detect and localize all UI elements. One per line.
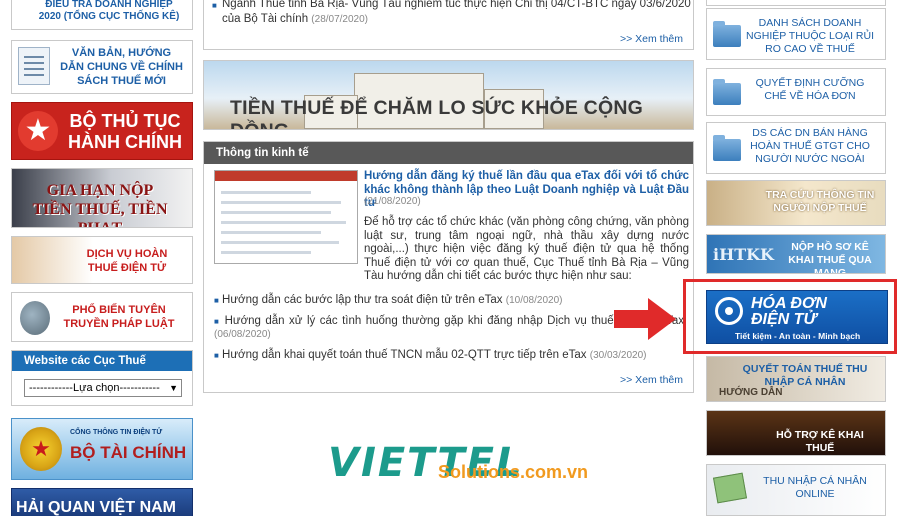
speaker-icon [20,301,50,335]
cuc-thue-title: Website các Cục Thuế [12,351,192,371]
tthc-line1: BỘ THỦ TỤC [69,111,181,131]
news-item-date: (28/07/2020) [311,14,369,25]
thumbnail-line [221,251,311,254]
link-tncn-online[interactable]: THU NHẬP CÁ NHÂN ONLINE [706,464,886,516]
list-item-date: (30/03/2020) [589,350,647,361]
ho-tro-label: HỖ TRỢ KÊ KHAI THUẾ [776,429,864,454]
gia-han-line1: GIA HẠN NỘP [46,182,154,199]
quyet-toan-label: QUYẾT TOÁN THUẾ THU NHẬP CÁ NHÂN [742,363,868,388]
link-cuong-che-hoa-don[interactable]: QUYẾT ĐỊNH CƯỠNG CHẾ VỀ HÓA ĐƠN [706,68,886,116]
folder-icon [713,21,741,47]
banner-tien-thue[interactable]: TIỀN THUẾ ĐỂ CHĂM LO SỨC KHỎE CỘNG ĐỒNG [203,60,694,130]
rui-ro-label: DANH SÁCH DOANH NGHIỆP THUỘC LOẠI RỦI RO… [746,17,874,55]
bullet-icon: ■ [214,317,221,326]
tncn-online-label: THU NHẬP CÁ NHÂN ONLINE [763,475,867,500]
huong-dan-label: HƯỚNG DẪN [719,387,783,398]
btc-small-label: CỔNG THÔNG TIN ĐIỆN TỬ [70,429,163,436]
thumbnail-line [221,221,346,224]
pho-bien-label: PHỔ BIẾN TUYÊN TRUYỀN PHÁP LUẬT [63,304,175,330]
link-dieu-tra-doanh-nghiep[interactable]: ĐIỀU TRA DOANH NGHIỆP 2020 (Tổng cục Thố… [11,0,193,30]
link-tra-cuu-nnt[interactable]: TRA CỨU THÔNG TIN NGƯỜI NỘP THUẾ [706,180,886,226]
cuong-che-label: QUYẾT ĐỊNH CƯỠNG CHẾ VỀ HÓA ĐƠN [755,77,865,102]
thumbnail-line [221,211,331,214]
list-item[interactable]: ■ Hướng dẫn khai quyết toán thuế TNCN mẫ… [214,349,646,361]
thumbnail-line [221,241,339,244]
list-item[interactable]: ■ Hướng dẫn các bước lập thư tra soát đi… [214,294,562,306]
hai-quan-label: HẢI QUAN VIỆT NAM [16,499,176,516]
link-hai-quan[interactable]: HẢI QUAN VIỆT NAM [11,488,193,516]
folder-icon [713,79,741,105]
hoa-don-logo-icon [715,297,743,325]
tthc-line2: HÀNH CHÍNH [68,132,182,152]
thumbnail-line [221,231,321,234]
link-bo-tai-chinh[interactable]: ★ CỔNG THÔNG TIN ĐIỆN TỬ BỘ TÀI CHÍNH [11,418,193,480]
section-header: Thông tin kinh tế [204,142,693,164]
website-cuc-thue-panel: Website các Cục Thuế ------------Lựa chọ… [11,350,193,406]
link-hoan-thue-gtgt[interactable]: DS CÁC DN BÁN HÀNG HOÀN THUẾ GTGT CHO NG… [706,122,886,174]
list-item-date: (06/08/2020) [214,329,271,340]
thumbnail-header [215,171,357,181]
document-icon [18,47,50,85]
red-arrow-icon [614,298,676,340]
dich-vu-label: DỊCH VỤ HOÀN THUẾ ĐIỆN TỬ [86,248,168,274]
star-emblem-icon: ★ [18,111,58,151]
link-danh-sach-rui-ro[interactable]: DANH SÁCH DOANH NGHIỆP THUỘC LOẠI RỦI RO… [706,8,886,60]
cuc-thue-select-value: ------------Lựa chọn----------- [29,382,160,394]
xem-them-link[interactable]: >> Xem thêm [620,33,683,45]
link-dich-vu-hoan-thue[interactable]: DỊCH VỤ HOÀN THUẾ ĐIỆN TỬ [11,236,193,284]
featured-article-summary: Để hỗ trợ các tổ chức khác (văn phòng cô… [364,216,689,282]
gia-han-line2: TIỀN THUẾ, TIỀN PHẠT [32,201,168,227]
cuc-thue-select[interactable]: ------------Lựa chọn----------- ▼ [24,379,182,397]
bullet-icon: ■ [212,1,217,10]
link-hoa-don-dien-tu[interactable]: HÓA ĐƠN ĐIỆN TỬ Tiết kiệm - An toàn - Mi… [706,290,888,344]
national-emblem-icon: ★ [20,427,62,471]
list-item-date: (10/08/2020) [505,295,563,306]
xem-them-link[interactable]: >> Xem thêm [620,374,683,386]
money-icon [712,472,748,504]
ihtkk-logo: iHTKK [713,245,774,264]
hoa-don-slogan: Tiết kiệm - An toàn - Minh bạch [735,331,861,341]
chevron-down-icon: ▼ [169,383,178,393]
thumbnail-line [221,191,311,194]
link-quyet-toan-tncn[interactable]: QUYẾT TOÁN THUẾ THU NHẬP CÁ NHÂN HƯỚNG D… [706,356,886,402]
tthc-label: BỘ THỦ TỤC HÀNH CHÍNH [68,111,182,153]
bullet-icon: ■ [214,296,219,305]
dieu-tra-label: ĐIỀU TRA DOANH NGHIỆP 2020 (Tổng cục Thố… [38,0,180,22]
hoa-don-line2: ĐIỆN TỬ [751,311,817,328]
tra-cuu-label: TRA CỨU THÔNG TIN NGƯỜI NỘP THUẾ [765,189,875,214]
article-thumbnail[interactable] [214,170,358,264]
link-gia-han-nop-thue[interactable]: GIA HẠN NỘP TIỀN THUẾ, TIỀN PHẠT [11,168,193,228]
list-item-text: Hướng dẫn các bước lập thư tra soát điện… [222,294,503,306]
van-ban-label: VĂN BẢN, HƯỚNG DẪN CHUNG VỀ CHÍNH SÁCH T… [60,47,183,87]
banner-text: TIỀN THUẾ ĐỂ CHĂM LO SỨC KHỎE CỘNG ĐỒNG [230,97,643,129]
news-item-text: Ngành Thuế tỉnh Bà Rịa- Vũng Tàu nghiêm … [222,0,691,25]
bullet-icon: ■ [214,351,219,360]
link-bo-thu-tuc-hanh-chinh[interactable]: ★ BỘ THỦ TỤC HÀNH CHÍNH [11,102,193,160]
folder-icon [713,135,741,161]
featured-article-date: (21/08/2020) [364,196,421,207]
news-item[interactable]: Ngành Thuế tỉnh Bà Rịa- Vũng Tàu nghiêm … [222,0,692,27]
solutions-logo-text: Solutions.com.vn [438,462,589,482]
right-link-top[interactable] [706,0,886,6]
list-item-text: Hướng dẫn khai quyết toán thuế TNCN mẫu … [222,349,587,361]
link-van-ban-huong-dan[interactable]: VĂN BẢN, HƯỚNG DẪN CHUNG VỀ CHÍNH SÁCH T… [11,40,193,94]
thumbnail-line [221,201,341,204]
link-ihtkk[interactable]: iHTKK NỘP HỒ SƠ KÊ KHAI THUẾ QUA MẠNG [706,234,886,274]
btc-big-label: BỘ TÀI CHÍNH [70,443,187,462]
link-pho-bien-tuyen-truyen[interactable]: PHỔ BIẾN TUYÊN TRUYỀN PHÁP LUẬT [11,292,193,342]
news-panel-top: ■ Ngành Thuế tỉnh Bà Rịa- Vũng Tàu nghiê… [203,0,694,50]
link-ho-tro-ke-khai[interactable]: HỖ TRỢ KÊ KHAI THUẾ [706,410,886,456]
thong-tin-kinh-te-panel: Thông tin kinh tế Hướng dẫn đăng ký thuế… [203,141,694,393]
hoan-thue-label: DS CÁC DN BÁN HÀNG HOÀN THUẾ GTGT CHO NG… [750,127,870,165]
gia-han-label: GIA HẠN NỘP TIỀN THUẾ, TIỀN PHẠT [12,181,188,227]
ihtkk-label: NỘP HỒ SƠ KÊ KHAI THUẾ QUA MẠNG [788,241,872,274]
